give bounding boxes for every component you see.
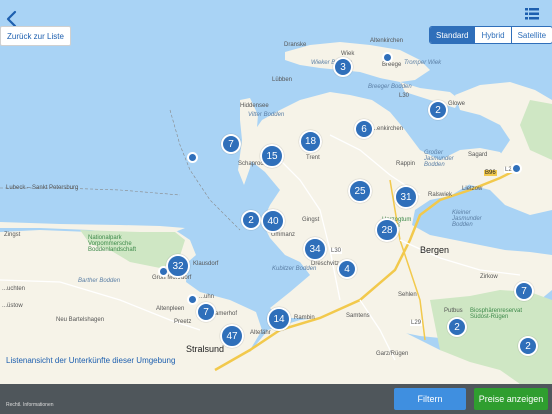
cluster-pin[interactable]: 25 — [348, 179, 372, 203]
label-rappin: Rappin — [396, 161, 416, 167]
label-ferry: Lubeck – Sankt Petersburg — [6, 185, 79, 191]
cluster-pin[interactable]: 15 — [260, 144, 284, 168]
label-grosser-jasmunder-bodden: Großer Jasmunder Bodden — [424, 150, 454, 168]
label-stralsund: Stralsund — [186, 344, 225, 354]
label-altenkirchen: Altenkirchen — [370, 38, 404, 44]
label-trent: Trent — [306, 155, 320, 161]
label-barther-bodden: Barther Bodden — [78, 278, 121, 284]
label-huchten: ...uchten — [2, 286, 26, 292]
label-hiddensee: Hiddensee — [240, 103, 269, 109]
label-dreschvitz: Dreschvitz — [311, 261, 340, 267]
map-type-segmented-control: Standard Hybrid Satellite — [429, 26, 552, 44]
cluster-pin[interactable]: 34 — [303, 237, 327, 261]
cluster-pin[interactable]: 4 — [337, 259, 357, 279]
cluster-pin[interactable]: 14 — [267, 307, 291, 331]
cluster-pin[interactable]: 6 — [354, 119, 374, 139]
label-neu-bartelshagen: Neu Bartelshagen — [56, 317, 105, 323]
list-menu-icon[interactable] — [525, 8, 539, 20]
label-zirkow: Zirkow — [480, 274, 498, 280]
label-garz: Garz/Rügen — [376, 351, 409, 357]
label-altenpleen: Altenpleen — [156, 306, 185, 312]
cluster-pin[interactable]: 40 — [261, 209, 285, 233]
map-type-standard[interactable]: Standard — [430, 27, 475, 43]
label-biosphaerenreservat: Biosphärenreservat Südost-Rügen — [470, 308, 523, 320]
filter-button[interactable]: Filtern — [394, 388, 466, 410]
label-rambin: Rambin — [294, 315, 315, 321]
label-kleiner-jasmunder-bodden: Kleiner Jasmunder Bodden — [452, 210, 482, 228]
label-samtens: Samtens — [346, 313, 370, 319]
cluster-pin[interactable]: 32 — [166, 254, 190, 278]
cluster-pin[interactable]: 7 — [221, 134, 241, 154]
location-dot[interactable] — [511, 163, 522, 174]
label-lustow: ...üstow — [2, 303, 23, 309]
label-breege: Breege — [382, 62, 402, 68]
cluster-pin[interactable]: 3 — [333, 57, 353, 77]
label-kubitzer-bodden: Kubitzer Bodden — [272, 266, 317, 272]
map-canvas[interactable] — [0, 0, 552, 414]
label-ganzkirchen: ...enkirchen — [372, 126, 404, 132]
label-gingst: Gingst — [302, 217, 320, 223]
cluster-pin[interactable]: 31 — [394, 185, 418, 209]
label-lietzow: Lietzow — [462, 186, 483, 192]
label-altefahr: Altefähr — [250, 330, 271, 336]
cluster-pin[interactable]: 28 — [375, 218, 399, 242]
cluster-pin[interactable]: 2 — [241, 210, 261, 230]
label-sagard: Sagard — [468, 152, 488, 158]
cluster-pin[interactable]: 7 — [514, 281, 534, 301]
label-preetz: Preetz — [174, 319, 192, 325]
label-b96: B96 — [484, 170, 497, 176]
label-lubben: Lübben — [272, 77, 293, 83]
label-putbus: Putbus — [444, 308, 463, 314]
legal-info-link[interactable]: Rechtl. Informationen — [6, 402, 54, 408]
label-zingst: Zingst — [4, 232, 21, 238]
label-l30b: L30 — [330, 248, 343, 254]
map-type-satellite[interactable]: Satellite — [510, 27, 552, 43]
cluster-pin[interactable]: 2 — [447, 317, 467, 337]
label-dranske: Dranske — [284, 42, 307, 48]
label-sehlen: Sehlen — [398, 292, 417, 298]
location-dot[interactable] — [187, 294, 198, 305]
label-l29b: L29 — [410, 320, 423, 326]
location-dot[interactable] — [187, 152, 198, 163]
label-klausdorf: Klausdorf — [193, 261, 219, 267]
label-breeger-bodden: Breeger Bodden — [368, 84, 412, 90]
label-nationalpark: Nationalpark Vorpommersche Boddenlandsch… — [88, 235, 137, 253]
location-dot[interactable] — [382, 52, 393, 63]
cluster-pin[interactable]: 18 — [299, 130, 322, 153]
label-vitter-bodden: Vitter Bodden — [248, 112, 285, 118]
label-glowe: Glowe — [448, 101, 466, 107]
show-prices-button[interactable]: Preise anzeigen — [474, 388, 548, 410]
cluster-pin[interactable]: 7 — [196, 302, 216, 322]
label-muhn: ...uhn — [199, 294, 215, 300]
map-type-hybrid[interactable]: Hybrid — [474, 27, 510, 43]
label-tromper-wiek: Tromper Wiek — [404, 60, 442, 66]
cluster-pin[interactable]: 47 — [220, 324, 244, 348]
back-to-list-button[interactable]: Zurück zur Liste — [0, 26, 71, 46]
label-l30: L30 — [399, 93, 410, 99]
cluster-pin[interactable]: 2 — [428, 100, 448, 120]
label-ralswiek: Ralswiek — [428, 192, 453, 198]
bottom-bar — [0, 384, 552, 414]
label-bergen: Bergen — [420, 245, 450, 255]
list-view-link[interactable]: Listenansicht der Unterkünfte dieser Umg… — [6, 356, 175, 365]
cluster-pin[interactable]: 2 — [518, 336, 538, 356]
